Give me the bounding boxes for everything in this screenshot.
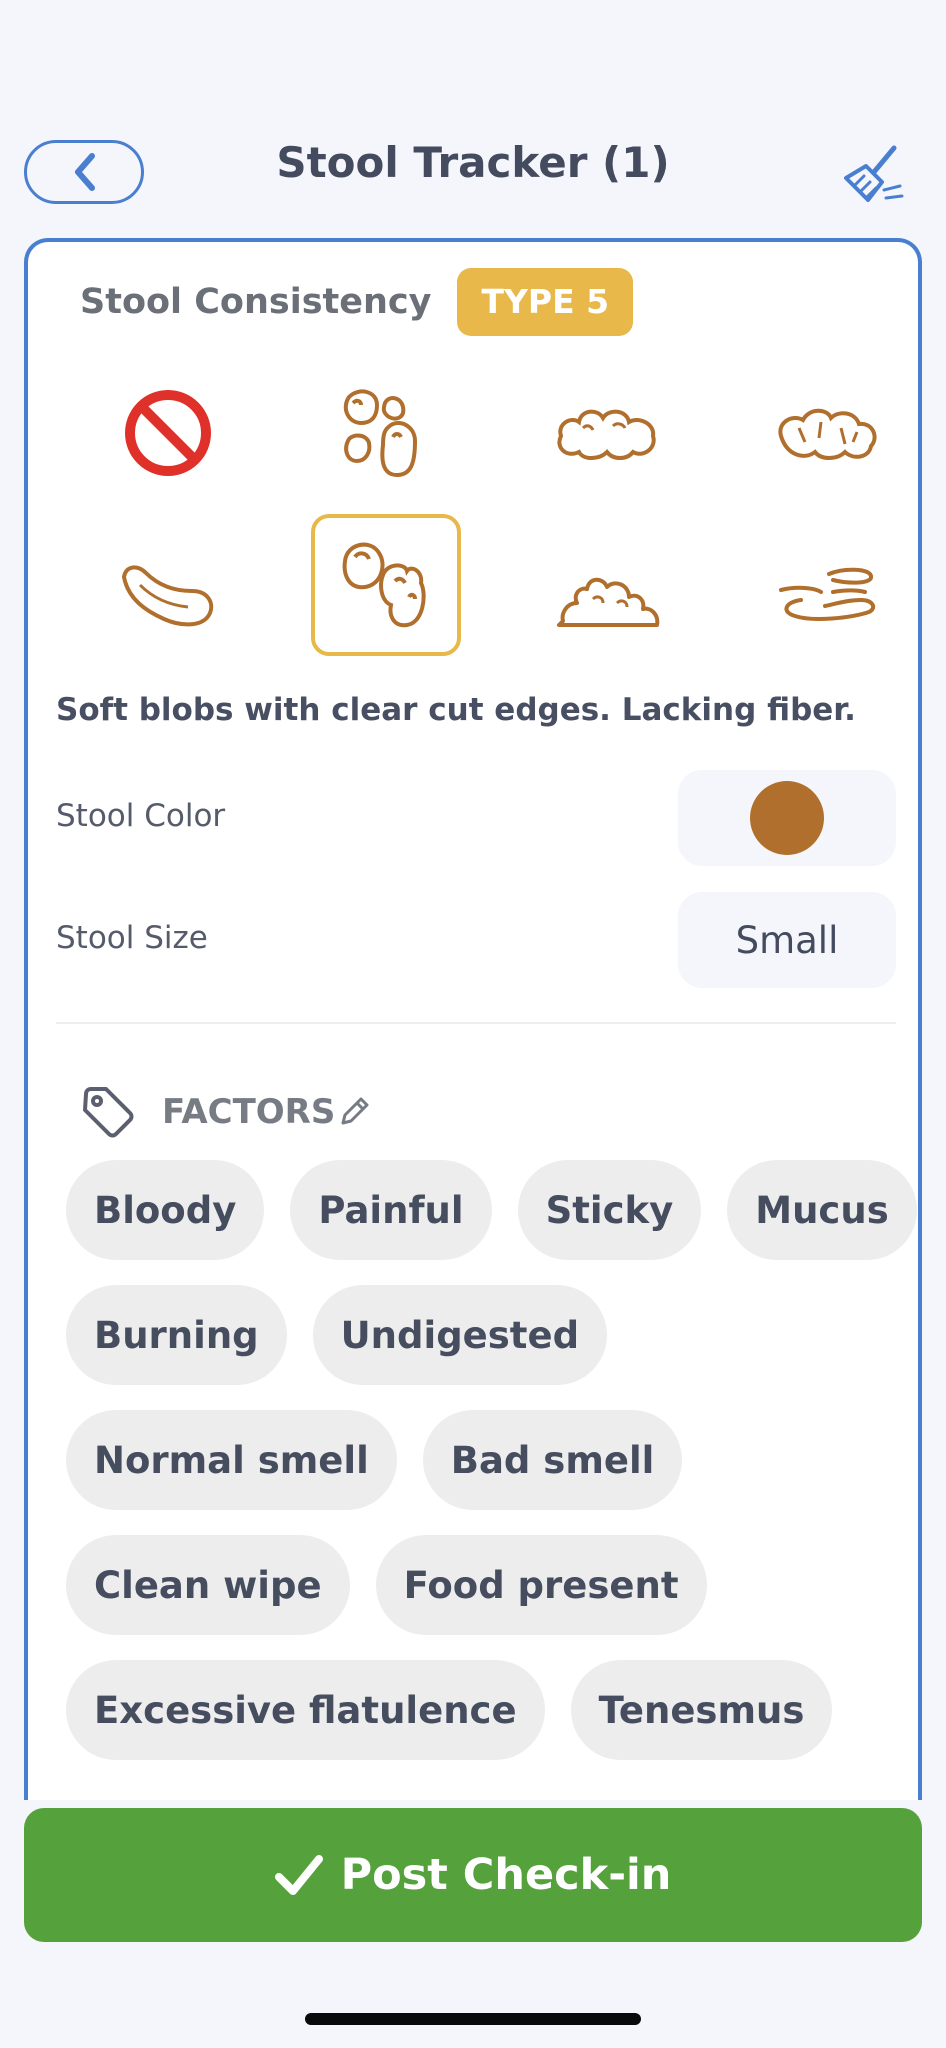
tag-icon	[83, 1087, 134, 1138]
type-option-none[interactable]	[93, 362, 243, 504]
factor-chip[interactable]: Painful	[290, 1160, 492, 1260]
separate-hard-lumps-icon	[343, 389, 418, 478]
factor-chip[interactable]: Sticky	[517, 1160, 702, 1260]
factor-chip-row: Clean wipe Food present	[66, 1535, 896, 1635]
factor-chip-row: Bloody Painful Sticky Mucus	[66, 1160, 917, 1260]
type-option-4[interactable]	[93, 524, 243, 666]
mushy-pieces-icon	[557, 577, 660, 627]
smooth-snake-icon	[121, 565, 214, 627]
factor-chip[interactable]: Clean wipe	[66, 1535, 350, 1635]
type-badge: TYPE 5	[457, 268, 634, 336]
factor-chip-row: Normal smell Bad smell	[66, 1410, 896, 1510]
factor-chip-row: Excessive flatulence Tenesmus	[66, 1660, 896, 1760]
factor-chip-row: Burning Undigested	[66, 1285, 896, 1385]
pencil-icon[interactable]	[337, 1095, 371, 1129]
factor-chip[interactable]: Normal smell	[66, 1410, 397, 1510]
soft-blobs-icon	[342, 542, 426, 628]
factor-chip[interactable]: Bloody	[66, 1160, 265, 1260]
factor-chip[interactable]: Mucus	[727, 1160, 917, 1260]
factors-label: FACTORS	[162, 1092, 336, 1132]
color-swatch	[750, 781, 824, 855]
factors-header: FACTORS	[80, 1082, 371, 1142]
factor-chip[interactable]: Excessive flatulence	[66, 1660, 545, 1760]
factor-chip[interactable]: Bad smell	[422, 1410, 683, 1510]
stool-color-picker[interactable]	[678, 770, 896, 866]
lumpy-sausage-icon	[557, 409, 656, 460]
no-entry-icon	[125, 390, 211, 476]
broom-icon[interactable]	[840, 142, 904, 206]
type-option-6[interactable]	[533, 524, 683, 666]
factor-chip[interactable]: Tenesmus	[570, 1660, 833, 1760]
factor-chip[interactable]: Undigested	[312, 1285, 608, 1385]
page-title: Stool Tracker (1)	[276, 138, 670, 187]
divider	[56, 1022, 896, 1024]
stool-entry-card: Stool Consistency TYPE 5 Soft blobs with…	[24, 238, 922, 1800]
stool-size-label: Stool Size	[56, 920, 208, 956]
factor-chip[interactable]: Food present	[375, 1535, 707, 1635]
type-option-7[interactable]	[753, 524, 903, 666]
stool-size-row: Stool Size Small	[56, 892, 896, 988]
watery-icon	[779, 567, 876, 621]
type-option-1[interactable]	[311, 362, 461, 504]
factor-chip[interactable]: Burning	[66, 1285, 287, 1385]
consistency-row: Stool Consistency TYPE 5	[80, 268, 634, 336]
consistency-type-grid	[28, 362, 918, 656]
cracked-sausage-icon	[778, 408, 877, 460]
consistency-label: Stool Consistency	[80, 282, 432, 322]
post-checkin-button[interactable]: Post Check-in	[24, 1808, 922, 1942]
consistency-description: Soft blobs with clear cut edges. Lacking…	[56, 692, 856, 728]
checkmark-icon	[274, 1855, 323, 1895]
home-indicator	[305, 2013, 641, 2025]
post-checkin-label: Post Check-in	[340, 1850, 672, 1900]
stool-color-label: Stool Color	[56, 798, 226, 834]
type-option-2[interactable]	[533, 362, 683, 504]
type-option-3[interactable]	[753, 362, 903, 504]
stool-color-row: Stool Color	[56, 770, 896, 866]
type-option-5[interactable]	[311, 514, 461, 656]
stool-size-selector[interactable]: Small	[678, 892, 896, 988]
header: Stool Tracker (1)	[0, 130, 946, 210]
factor-chips: Bloody Painful Sticky Mucus Burning Undigeste…	[66, 1160, 917, 1785]
